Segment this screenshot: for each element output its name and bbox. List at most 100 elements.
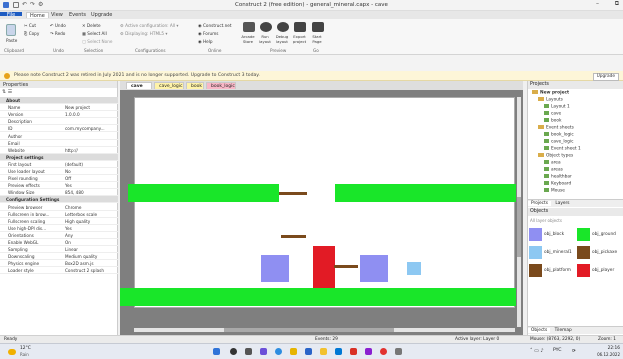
property-value[interactable]: Yes [65,182,115,189]
run-layout-button[interactable]: Run layout [258,34,272,44]
tree-item[interactable]: Keyboard [544,181,571,187]
paste-button[interactable]: Paste [6,38,17,43]
menu-events[interactable]: Events [66,12,89,18]
property-row[interactable]: Version 1.0.0.0 [0,111,118,119]
redo-button[interactable]: ↷ Redo [50,31,65,36]
debug-layout-button[interactable]: Debug layout [275,34,289,44]
obj-platform-middle[interactable] [281,235,306,238]
property-value[interactable]: Letterbox scale [65,211,115,218]
tree-item[interactable]: book [544,118,561,124]
property-row[interactable]: Use loader layout No [0,168,118,176]
property-value[interactable]: New project [65,104,115,111]
property-section[interactable]: About [0,97,118,105]
property-row[interactable]: Downscaling Medium quality [0,253,118,261]
property-row[interactable]: Use high-DPI dis... Yes [0,225,118,232]
object-tile[interactable]: obj_mineral1 [528,245,575,260]
property-row[interactable]: Fullscreen in brow... Letterbox scale [0,211,118,218]
property-row[interactable]: Website http:// [0,147,118,154]
property-value[interactable]: Medium quality [65,253,115,260]
obj-block-right[interactable] [360,255,388,282]
obj-pickaxe[interactable] [334,265,358,268]
property-value[interactable]: Chrome [65,204,115,211]
clock-time[interactable]: 22:16 [596,346,620,351]
tab-book[interactable]: book [186,82,204,89]
export-icon[interactable] [294,22,306,32]
object-tile[interactable]: obj_block [528,227,575,242]
settings-icon[interactable] [395,348,402,355]
tree-item[interactable]: book_logic [544,132,574,138]
property-row[interactable]: Description [0,118,118,126]
property-value[interactable]: Linear [65,246,115,253]
help-link[interactable]: ◉ Help [198,39,213,44]
displaying-select[interactable]: ⚙ Displaying: HTML5 ▾ [120,31,168,36]
paste-icon[interactable] [6,24,16,36]
object-tile[interactable]: obj_ground [576,227,623,242]
property-row[interactable]: Pixel rounding Off [0,175,118,183]
tab-cave-logic[interactable]: cave_logic [154,82,184,89]
export-project-button[interactable]: Export project [292,34,307,44]
obj-player[interactable] [313,246,335,288]
tab-projects[interactable]: Projects [528,201,551,206]
task-view-icon[interactable] [245,348,252,355]
property-value[interactable]: No [65,168,115,175]
property-section[interactable]: Project settings [0,153,118,161]
obj-block-left[interactable] [261,255,289,282]
tab-layers[interactable]: Layers [552,201,572,206]
construct-icon[interactable] [380,348,387,355]
tray-sync-icon[interactable]: ⟳ [572,349,576,354]
property-row[interactable]: Name New project [0,104,118,112]
property-value[interactable]: (default) [65,161,115,168]
obj-mineral1[interactable] [407,262,421,275]
property-row[interactable]: Sampling Linear [0,246,118,254]
object-tile[interactable]: obj_player [576,263,623,278]
yandex-icon[interactable] [290,348,297,355]
property-row[interactable]: Preview effects Yes [0,182,118,190]
windows-start-icon[interactable] [213,348,220,355]
layout-canvas[interactable] [120,97,516,308]
construct-net-link[interactable]: ◉ Construct.net [198,23,232,28]
property-value[interactable]: Yes [65,225,115,232]
delete-button[interactable]: ✕ Delete [82,23,101,28]
property-value[interactable]: http:// [65,147,115,154]
tree-item[interactable]: Event sheets [538,125,574,131]
property-row[interactable]: First layout (default) [0,161,118,168]
property-row[interactable]: Author [0,133,118,140]
vertical-scrollbar-thumb[interactable] [517,197,521,257]
property-row[interactable]: ID com.mycompany... [0,125,118,133]
obj-ground-right[interactable] [335,184,516,202]
word-icon[interactable] [305,348,312,355]
obj-ground-left[interactable] [128,184,279,202]
restore-icon[interactable]: ⧉ [615,0,619,8]
weather-icon[interactable] [8,349,16,355]
cut-button[interactable]: ✂ Cut [24,23,36,28]
copy-button[interactable]: ⎘ Copy [24,31,39,36]
menu-home[interactable]: Home [26,12,49,19]
tree-item[interactable]: Event sheet 1 [544,146,581,152]
active-configuration-select[interactable]: ⚙ Active configuration: All ▾ [120,23,179,28]
tree-item[interactable]: Mouse [544,188,565,194]
chat-icon[interactable] [260,348,267,355]
property-row[interactable]: Fullscreen scaling High quality [0,218,118,225]
tree-item[interactable]: healthbar [544,174,572,180]
property-section[interactable]: Configuration Settings [0,196,118,204]
tab-objects[interactable]: Objects [528,328,551,333]
select-none-button[interactable]: ▢ Select None [82,39,112,44]
media-icon[interactable] [365,348,372,355]
object-tile[interactable]: obj_pickaxe [576,245,623,260]
edge-icon[interactable] [275,348,282,355]
mail-icon[interactable] [335,348,342,355]
select-all-button[interactable]: ▦ Select All [82,31,107,36]
tree-item[interactable]: cave_logic [544,139,573,145]
arcade-icon[interactable] [243,22,255,32]
vertical-scrollbar[interactable] [517,97,521,327]
tree-item[interactable]: Layout 1 [544,104,570,110]
property-row[interactable]: Orientations Any [0,232,118,239]
minimize-icon[interactable]: – [596,0,599,7]
tray-icons[interactable]: ˄ ▭ ♪ [530,348,544,354]
property-value[interactable]: On [65,239,115,246]
tab-cave[interactable]: cave [126,82,152,89]
property-value[interactable]: Construct 2 splash [65,267,115,274]
tree-item[interactable]: area [544,160,561,166]
search-icon[interactable] [230,348,237,355]
property-value[interactable]: 854, 480 [65,189,115,196]
